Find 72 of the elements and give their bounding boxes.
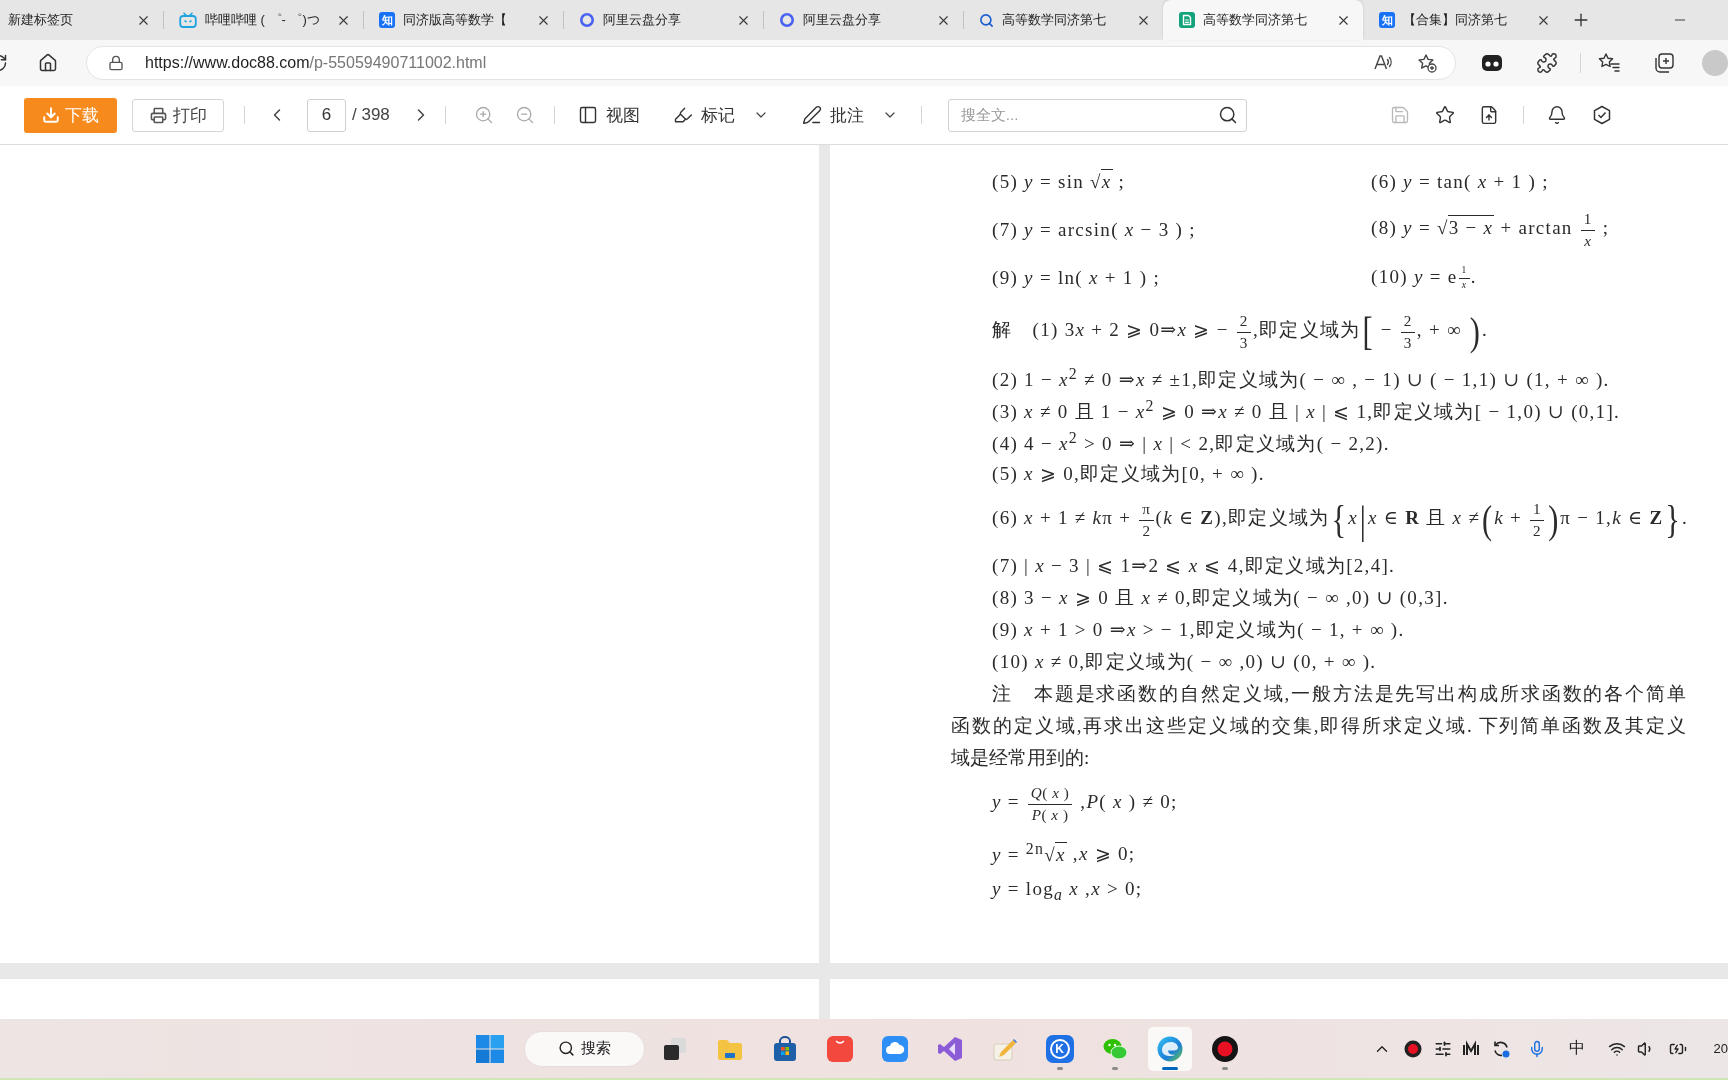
url-text: https://www.doc88.com/p-55059490711002.html <box>145 54 487 72</box>
solution-line: (10) x ≠ 0,即定义域为( − ∞ ,0) ∪ (0, + ∞ ). <box>992 649 1377 674</box>
browser-tab[interactable]: 知 同济版高等数学【 <box>363 0 563 40</box>
search-icon[interactable] <box>1217 105 1238 125</box>
search-button[interactable]: 搜索 <box>524 1030 645 1067</box>
pen-icon <box>801 105 822 125</box>
download-icon <box>42 106 60 124</box>
home-icon[interactable] <box>38 53 58 73</box>
ribbon-icon <box>935 1034 964 1063</box>
formula-line: y = log$_{a}$ x ,x > 0; <box>992 876 1143 905</box>
cloud-icon <box>880 1034 909 1063</box>
page-total: / 398 <box>352 105 390 125</box>
search-icon <box>557 1040 575 1057</box>
exercise-item: (7) y = arcsin( x − 3 ) ; <box>992 217 1196 242</box>
star-icon[interactable] <box>1435 105 1455 125</box>
exercise-item: (6) y = tan( x + 1 ) ; <box>1371 169 1549 194</box>
browser-tab[interactable]: 知 【合集】同济第七 <box>1363 0 1563 40</box>
highlighter-icon <box>672 105 693 125</box>
star-plus-icon[interactable] <box>1417 53 1437 73</box>
site-logo: 知 <box>1379 12 1395 28</box>
document-icon <box>1179 12 1195 28</box>
browser-tab[interactable]: 高等数学同济第七 <box>963 0 1163 40</box>
mark-button[interactable]: 标记 <box>672 103 769 127</box>
input-method-indicator[interactable]: 中 <box>1568 1038 1585 1059</box>
view-button[interactable]: 视图 <box>577 103 640 127</box>
solution-line: (2) 1 − x$^{2}$ ≠ 0 ⇒x ≠ ±1,即定义域为( − ∞ , − 1) ∪ ( − 1,1) ∪ (1, + ∞ ). <box>992 363 1610 392</box>
printer-icon <box>149 106 167 124</box>
start-icon[interactable] <box>475 1033 505 1064</box>
solution-line: (9) x + 1 > 0 ⇒x > − 1,即定义域为( − 1, + ∞ ). <box>992 617 1405 642</box>
solution-line: (5) x ⩾ 0,即定义域为[0, + ∞ ). <box>992 461 1265 486</box>
page-input[interactable]: 6 <box>307 98 346 132</box>
exercise-item: (9) y = ln( x + 1 ) ; <box>992 265 1160 290</box>
equalizer-icon[interactable] <box>1461 1039 1480 1058</box>
bell-icon[interactable] <box>1547 105 1567 125</box>
note-paragraph: 注 本题是求函数的自然定义域,一般方法是先写出构成所求函数的各个简单 函数的定义域,再求出这些定义域的交集,即得所求定义域. 下列简单函数及其定义 域是经常用到的: <box>951 682 1686 770</box>
letter-logo: K <box>1045 1034 1074 1063</box>
solution-line: (4) 4 − x$^{2}$ > 0 ⇒ | x | < 2,即定义域为( − 2,2). <box>992 427 1390 456</box>
ring-icon <box>779 12 795 28</box>
browser-tab[interactable]: 新建标签页 <box>0 0 163 40</box>
formula-line: y = $^{2n}$√x ,x ⩾ 0; <box>992 838 1136 867</box>
exercise-item: (5) y = sin √x ; <box>992 169 1126 194</box>
browser-tab[interactable]: 阿里云盘分享 <box>563 0 763 40</box>
glasses-icon[interactable] <box>1481 52 1503 74</box>
record-icon[interactable] <box>1403 1039 1422 1058</box>
annotate-button[interactable]: 批注 <box>801 103 898 127</box>
browser-tab[interactable]: 高等数学同济第七 <box>1163 0 1363 40</box>
site-logo: 知 <box>379 12 395 28</box>
search-icon <box>979 12 994 28</box>
formula-line: y = Q( x ) P( x ) ,P( x ) ≠ 0; <box>992 784 1178 824</box>
puzzle-icon[interactable] <box>1536 52 1558 74</box>
print-button[interactable]: 打印 <box>132 98 224 132</box>
file-arrow-icon[interactable] <box>1479 105 1499 125</box>
app-tile-icon <box>825 1034 854 1063</box>
ring-icon <box>579 12 595 28</box>
sync-icon[interactable] <box>1491 1039 1510 1058</box>
taskbar-button[interactable]: K <box>1037 1026 1082 1071</box>
swirl-icon <box>1155 1034 1184 1063</box>
collections-icon[interactable] <box>1653 52 1675 74</box>
panel-icon <box>577 105 598 125</box>
address-field[interactable]: https://www.doc88.com/p-55059490711002.html <box>86 46 1456 80</box>
solution-line: (3) x ≠ 0 且 1 − x$^{2}$ ⩾ 0 ⇒x ≠ 0 且 | x | ⩽ 1,即定义域为[ − 1,0) ∪ (0,1]. <box>992 395 1621 424</box>
sliders-icon[interactable] <box>1433 1039 1452 1058</box>
clock-text[interactable]: 20 <box>1713 1041 1728 1056</box>
solution-line: (7) | x − 3 | ⩽ 1⇒2 ⩽ x ⩽ 4,即定义域为[2,4]. <box>992 553 1396 578</box>
browser-tab[interactable]: 哔哩哔哩 ( ゜- ゜)つ <box>163 0 363 40</box>
hexagon-check-icon[interactable] <box>1592 105 1612 125</box>
tv-icon <box>179 12 197 28</box>
browser-tab[interactable]: 阿里云盘分享 <box>763 0 963 40</box>
lock-icon[interactable] <box>108 55 124 71</box>
favorites-icon[interactable] <box>1598 52 1620 74</box>
solution-line: (8) 3 − x ⩾ 0 且 x ≠ 0,即定义域为( − ∞ ,0) ∪ (0,3]. <box>992 585 1449 610</box>
record-icon <box>1210 1034 1239 1063</box>
